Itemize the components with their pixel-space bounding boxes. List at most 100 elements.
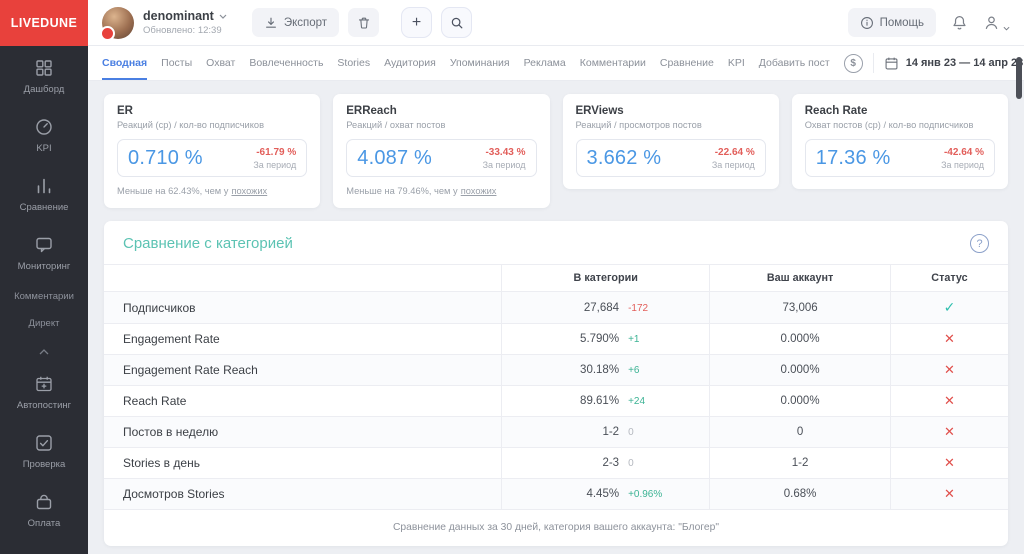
- metric-change: -22.64 % За период: [712, 147, 755, 170]
- tab-add-post[interactable]: Добавить пост: [759, 46, 830, 80]
- sidebar-item-dashboard[interactable]: Дашборд: [0, 47, 88, 106]
- category-delta: 0: [628, 458, 634, 469]
- vertical-scrollbar-thumb[interactable]: [1016, 57, 1022, 99]
- table-row: Engagement Rate Reach 30.18%+6 0.000% ✕: [104, 355, 1008, 386]
- help-question-icon[interactable]: ?: [970, 234, 989, 253]
- account-value: 73,006: [710, 292, 891, 324]
- metric-change-value: -22.64 %: [712, 147, 755, 158]
- sidebar-item-label: Дашборд: [24, 84, 65, 95]
- chat-bubble-icon: [34, 235, 54, 255]
- category-delta: -172: [628, 303, 648, 314]
- tab-audience[interactable]: Аудитория: [384, 46, 436, 80]
- plus-icon: +: [412, 15, 421, 31]
- trash-icon: [357, 16, 371, 30]
- tab-comments[interactable]: Комментарии: [580, 46, 646, 80]
- account-switcher[interactable]: denominant Обновлено: 12:39: [102, 7, 227, 39]
- tab-engagement[interactable]: Вовлеченность: [249, 46, 323, 80]
- help-button[interactable]: Помощь: [848, 8, 936, 37]
- category-value: 5.790%: [510, 333, 619, 345]
- similar-accounts-link[interactable]: похожих: [231, 186, 267, 196]
- metric-card-reachrate: Reach Rate Охват постов (ср) / кол-во по…: [792, 94, 1008, 189]
- sidebar-item-payment[interactable]: Оплата: [0, 481, 88, 540]
- delete-button[interactable]: [348, 8, 379, 37]
- metric-value: 4.087 %: [357, 147, 432, 170]
- search-icon: [450, 16, 464, 30]
- tab-ads[interactable]: Реклама: [524, 46, 566, 80]
- category-delta: +0.96%: [628, 489, 662, 500]
- metric-card-erviews: ERViews Реакций / просмотров постов 3.66…: [563, 94, 779, 189]
- tab-compare[interactable]: Сравнение: [660, 46, 714, 80]
- status-cross-icon: ✕: [944, 362, 955, 377]
- chevron-down-icon: [1003, 26, 1010, 31]
- purse-icon: [34, 492, 54, 512]
- sidebar-item-compare[interactable]: Сравнение: [0, 165, 88, 224]
- chevron-up-icon: [39, 349, 49, 355]
- search-button[interactable]: [441, 7, 472, 38]
- date-range-picker[interactable]: 14 янв 23 — 14 апр 23: [884, 56, 1024, 71]
- category-value: 89.61%: [510, 395, 619, 407]
- table-row: Постов в неделю 1-20 0 ✕: [104, 417, 1008, 448]
- sidebar-item-comments[interactable]: Комментарии: [0, 283, 88, 310]
- livedune-logo[interactable]: LIVEDUNE: [0, 0, 88, 46]
- category-delta: +6: [628, 365, 639, 376]
- row-label: Постов в неделю: [104, 417, 502, 448]
- tab-posts[interactable]: Посты: [161, 46, 192, 80]
- sidebar-item-kpi[interactable]: KPI: [0, 106, 88, 165]
- row-label: Stories в день: [104, 448, 502, 479]
- sidebar-item-direct[interactable]: Директ: [0, 310, 88, 337]
- metric-cards-row: ER Реакций (ср) / кол-во подписчиков 0.7…: [104, 94, 1008, 208]
- user-menu-button[interactable]: [983, 14, 1010, 31]
- status-cross-icon: ✕: [944, 455, 955, 470]
- metric-subtitle: Реакций (ср) / кол-во подписчиков: [117, 120, 307, 130]
- row-label: Досмотров Stories: [104, 479, 502, 510]
- panel-title: Сравнение с категорией: [123, 235, 293, 252]
- calendar-icon: [884, 56, 899, 71]
- metric-value: 17.36 %: [816, 147, 891, 170]
- status-check-icon: ✓: [944, 299, 956, 315]
- currency-icon[interactable]: $: [844, 54, 863, 73]
- metric-title: ERViews: [576, 105, 766, 117]
- metric-title: ER: [117, 105, 307, 117]
- account-value: 1-2: [710, 448, 891, 479]
- date-range-label: 14 янв 23 — 14 апр 23: [906, 57, 1024, 69]
- sidebar-nav: Дашборд KPI Сравнение Мониторинг Коммент…: [0, 46, 88, 540]
- sidebar-item-label: KPI: [36, 143, 51, 154]
- tab-mentions[interactable]: Упоминания: [450, 46, 510, 80]
- metric-value-box: 17.36 % -42.64 % За период: [805, 139, 995, 177]
- tab-summary[interactable]: Сводная: [102, 46, 147, 80]
- table-row: Engagement Rate 5.790%+1 0.000% ✕: [104, 324, 1008, 355]
- sidebar-item-monitoring[interactable]: Мониторинг: [0, 224, 88, 283]
- table-row: Stories в день 2-30 1-2 ✕: [104, 448, 1008, 479]
- sidebar-collapse-chevron[interactable]: [0, 337, 88, 363]
- top-right-controls: Помощь: [848, 8, 1010, 37]
- add-account-button[interactable]: +: [401, 7, 432, 38]
- export-button[interactable]: Экспорт: [252, 8, 339, 37]
- user-icon: [983, 14, 1000, 31]
- table-header-row: В категории Ваш аккаунт Статус: [104, 265, 1008, 292]
- tab-reach[interactable]: Охват: [206, 46, 235, 80]
- column-header-category: В категории: [502, 265, 710, 292]
- metric-change: -42.64 % За период: [941, 147, 984, 170]
- gauge-icon: [34, 117, 54, 137]
- metric-value: 0.710 %: [128, 147, 203, 170]
- sidebar-item-autoposting[interactable]: Автопостинг: [0, 363, 88, 422]
- similar-accounts-link[interactable]: похожих: [461, 186, 497, 196]
- account-info: denominant Обновлено: 12:39: [143, 9, 227, 36]
- metric-subtitle: Реакций / охват постов: [346, 120, 536, 130]
- tab-stories[interactable]: Stories: [337, 46, 370, 80]
- account-avatar[interactable]: [102, 7, 134, 39]
- account-value: 0: [710, 417, 891, 448]
- metric-change-value: -61.79 %: [253, 147, 296, 158]
- divider: [873, 53, 874, 73]
- metric-change-period: За период: [253, 160, 296, 170]
- notifications-bell-icon[interactable]: [951, 14, 968, 31]
- table-row: Подписчиков 27,684-172 73,006 ✓: [104, 292, 1008, 324]
- download-icon: [264, 16, 278, 30]
- category-delta: +24: [628, 396, 645, 407]
- sidebar-item-check[interactable]: Проверка: [0, 422, 88, 481]
- account-value: 0.000%: [710, 355, 891, 386]
- table-row: Reach Rate 89.61%+24 0.000% ✕: [104, 386, 1008, 417]
- sidebar-item-label: Оплата: [28, 518, 61, 529]
- top-bar: denominant Обновлено: 12:39 Экспорт +: [88, 0, 1024, 46]
- tab-kpi[interactable]: KPI: [728, 46, 745, 80]
